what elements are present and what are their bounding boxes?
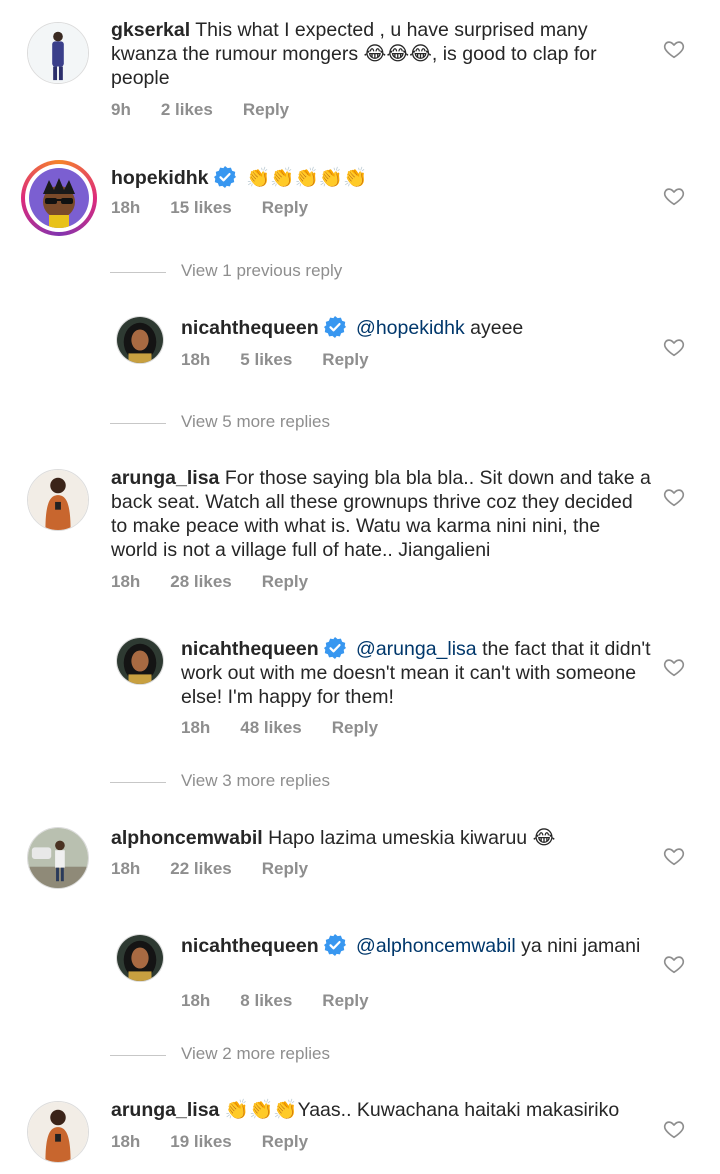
reply-button[interactable]: Reply xyxy=(322,350,368,369)
timestamp: 18h xyxy=(111,198,141,217)
verified-badge-icon xyxy=(213,165,237,189)
view-replies-label[interactable]: View 1 previous reply xyxy=(181,261,342,281)
like-count[interactable]: 19 likes xyxy=(170,1132,231,1151)
avatar[interactable] xyxy=(27,827,89,889)
verified-badge-icon xyxy=(323,933,347,957)
heart-outline-icon[interactable] xyxy=(663,486,685,508)
timestamp: 18h xyxy=(181,350,211,369)
username[interactable]: nicahthequeen xyxy=(181,317,319,339)
like-count[interactable]: 2 likes xyxy=(161,100,213,119)
divider-line xyxy=(110,272,166,273)
like-count[interactable]: 28 likes xyxy=(170,572,231,591)
username[interactable]: nicahthequeen xyxy=(181,935,319,957)
timestamp: 18h xyxy=(181,718,211,737)
timestamp: 18h xyxy=(111,572,141,591)
avatar[interactable] xyxy=(27,1101,89,1163)
mention-link[interactable]: @hopekidhk xyxy=(356,317,465,339)
username[interactable]: arunga_lisa xyxy=(111,467,219,489)
comment-text: nicahthequeen @alphoncemwabil ya nini ja… xyxy=(181,933,651,958)
comment-meta: 18h 22 likes Reply xyxy=(111,859,338,879)
comment-meta: 18h 15 likes Reply xyxy=(111,198,338,218)
divider-line xyxy=(110,782,166,783)
view-replies-label[interactable]: View 3 more replies xyxy=(181,771,330,791)
heart-outline-icon[interactable] xyxy=(663,185,685,207)
reply-button[interactable]: Reply xyxy=(243,100,289,119)
comment-meta: 9h 2 likes Reply xyxy=(111,100,319,120)
heart-outline-icon[interactable] xyxy=(663,1118,685,1140)
comment-body: ayeee xyxy=(464,317,524,339)
comment-meta: 18h 28 likes Reply xyxy=(111,572,338,592)
username[interactable]: arunga_lisa xyxy=(111,1099,219,1121)
reply-button[interactable]: Reply xyxy=(262,572,308,591)
comment-text: gkserkal This what I expected , u have s… xyxy=(111,18,651,90)
username[interactable]: gkserkal xyxy=(111,19,190,41)
like-count[interactable]: 15 likes xyxy=(170,198,231,217)
like-count[interactable]: 48 likes xyxy=(240,718,301,737)
timestamp: 18h xyxy=(181,991,211,1010)
comment-text: nicahthequeen @arunga_lisa the fact that… xyxy=(181,636,651,709)
reply-button[interactable]: Reply xyxy=(262,1132,308,1151)
verified-badge-icon xyxy=(323,315,347,339)
heart-outline-icon[interactable] xyxy=(663,336,685,358)
avatar[interactable] xyxy=(29,168,89,228)
reply-button[interactable]: Reply xyxy=(262,859,308,878)
like-count[interactable]: 5 likes xyxy=(240,350,292,369)
username[interactable]: nicahthequeen xyxy=(181,638,319,660)
like-count[interactable]: 22 likes xyxy=(170,859,231,878)
comment-meta: 18h 48 likes Reply xyxy=(181,718,408,738)
comment-meta: 18h 8 likes Reply xyxy=(181,991,399,1011)
reply-button[interactable]: Reply xyxy=(332,718,378,737)
comment-meta: 18h 19 likes Reply xyxy=(111,1132,338,1152)
divider-line xyxy=(110,423,166,424)
comment-body: 👏👏👏👏👏 xyxy=(245,166,368,189)
avatar[interactable] xyxy=(116,934,164,982)
mention-link[interactable]: @alphoncemwabil xyxy=(356,935,516,957)
reply-button[interactable]: Reply xyxy=(322,991,368,1010)
timestamp: 9h xyxy=(111,100,131,119)
avatar[interactable] xyxy=(27,469,89,531)
story-ring[interactable] xyxy=(21,160,97,236)
reply-button[interactable]: Reply xyxy=(262,198,308,217)
comment-text: hopekidhk 👏👏👏👏👏 xyxy=(111,165,651,190)
comment-meta: 18h 5 likes Reply xyxy=(181,350,399,370)
timestamp: 18h xyxy=(111,859,141,878)
heart-outline-icon[interactable] xyxy=(663,953,685,975)
username[interactable]: hopekidhk xyxy=(111,167,209,189)
avatar[interactable] xyxy=(116,637,164,685)
comment-body: Hapo lazima umeskia kiwaruu 😂 xyxy=(268,827,556,849)
like-count[interactable]: 8 likes xyxy=(240,991,292,1010)
timestamp: 18h xyxy=(111,1132,141,1151)
username[interactable]: alphoncemwabil xyxy=(111,827,263,849)
heart-outline-icon[interactable] xyxy=(663,656,685,678)
avatar[interactable] xyxy=(116,316,164,364)
comment-body: ya nini jamani xyxy=(515,935,641,957)
mention-link[interactable]: @arunga_lisa xyxy=(356,638,477,660)
view-replies-label[interactable]: View 2 more replies xyxy=(181,1044,330,1064)
heart-outline-icon[interactable] xyxy=(663,38,685,60)
comment-text: arunga_lisa 👏👏👏Yaas.. Kuwachana haitaki … xyxy=(111,1098,651,1122)
comment-text: alphoncemwabil Hapo lazima umeskia kiwar… xyxy=(111,826,651,850)
divider-line xyxy=(110,1055,166,1056)
verified-badge-icon xyxy=(323,636,347,660)
heart-outline-icon[interactable] xyxy=(663,845,685,867)
comment-text: arunga_lisa For those saying bla bla bla… xyxy=(111,466,651,562)
comment-text: nicahthequeen @hopekidhk ayeee xyxy=(181,315,651,340)
view-replies-label[interactable]: View 5 more replies xyxy=(181,412,330,432)
avatar[interactable] xyxy=(27,22,89,84)
comment-body: 👏👏👏Yaas.. Kuwachana haitaki makasiriko xyxy=(224,1099,620,1121)
